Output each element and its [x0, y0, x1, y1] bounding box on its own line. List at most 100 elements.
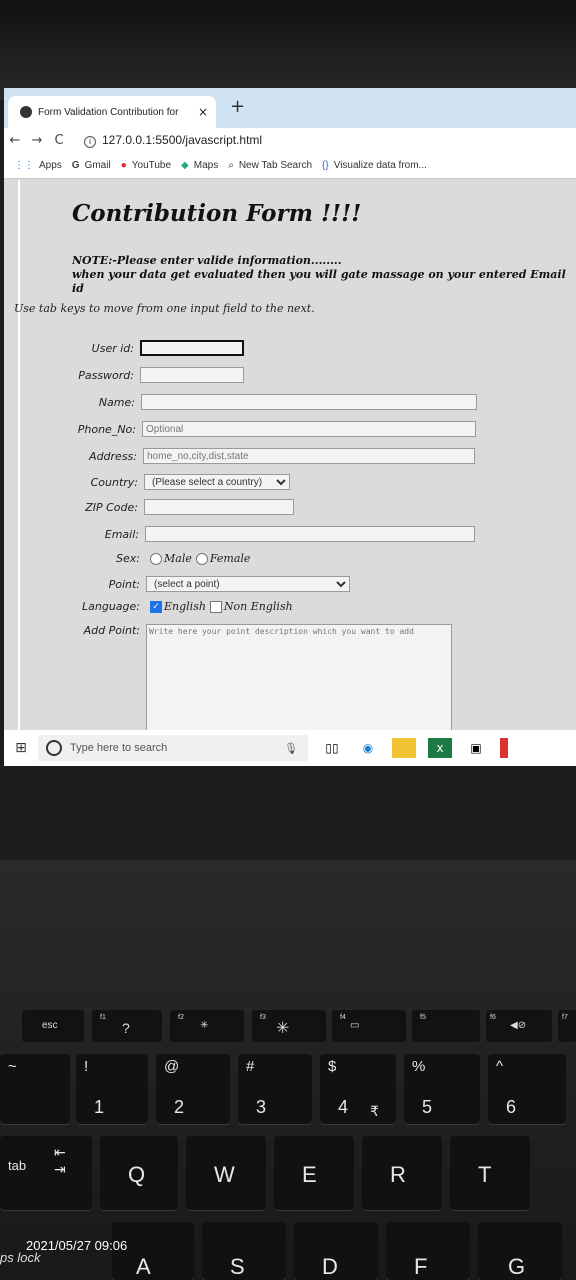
point-select[interactable]: (select a point)	[146, 576, 350, 592]
photo-timestamp: 2021/05/27 09:06	[26, 1238, 128, 1253]
key-f2[interactable]: f2 ✳	[170, 1010, 244, 1042]
browser-toolbar: ← → C i 127.0.0.1:5500/javascript.html	[4, 128, 576, 152]
row-name: Name:	[15, 394, 477, 410]
browser-tab[interactable]: Form Validation Contribution for ×	[8, 96, 216, 128]
bookmark-gmail[interactable]: G Gmail	[72, 160, 111, 171]
youtube-icon: ●	[120, 159, 127, 171]
forward-icon[interactable]: →	[26, 133, 48, 148]
store-icon[interactable]: ▣	[464, 738, 488, 758]
key-s[interactable]: S	[202, 1222, 286, 1280]
page-title: Contribution Form !!!!	[72, 200, 362, 227]
key-e[interactable]: E	[274, 1136, 354, 1210]
back-icon[interactable]: ←	[4, 133, 26, 148]
name-input[interactable]	[141, 394, 477, 410]
non-english-checkbox[interactable]	[209, 600, 222, 613]
key-t[interactable]: T	[450, 1136, 530, 1210]
row-phone: Phone_No:	[16, 421, 476, 437]
tab-title: Form Validation Contribution for	[38, 106, 179, 118]
row-point: Point: (select a point)	[20, 576, 350, 592]
row-address: Address:	[17, 448, 475, 464]
laptop-bezel	[0, 0, 576, 100]
close-tab-icon[interactable]: ×	[198, 105, 216, 119]
label-user-id: User id:	[91, 341, 134, 355]
key-3[interactable]: #3	[238, 1054, 312, 1124]
task-view-icon[interactable]: ▯▯	[320, 738, 344, 758]
cortana-icon	[46, 740, 62, 756]
key-g[interactable]: G	[478, 1222, 562, 1280]
bookmark-maps[interactable]: ◆ Maps	[181, 160, 218, 171]
file-explorer-icon[interactable]	[392, 738, 416, 758]
key-2[interactable]: @2	[156, 1054, 230, 1124]
note-line-1: NOTE:-Please enter valide information...…	[72, 254, 342, 267]
key-esc[interactable]: esc	[22, 1010, 84, 1042]
label-name: Name:	[98, 395, 135, 409]
key-f[interactable]: F	[386, 1222, 470, 1280]
apps-grid-icon: ⋮⋮	[14, 159, 34, 171]
excel-icon[interactable]: x	[428, 738, 452, 758]
english-checkbox[interactable]: ✓	[150, 600, 162, 613]
key-f1[interactable]: f1?	[92, 1010, 162, 1042]
taskbar-search-text: Type here to search	[70, 742, 168, 754]
key-backtick[interactable]: ~	[0, 1054, 70, 1124]
brightness-down-icon: ✳	[200, 1020, 209, 1031]
bookmark-visualize[interactable]: {} Visualize data from...	[322, 160, 427, 171]
bookmark-apps[interactable]: ⋮⋮ Apps	[14, 160, 62, 171]
male-label: Male	[164, 552, 192, 565]
laptop-screen: Form Validation Contribution for × + ← →…	[4, 88, 576, 766]
user-id-input[interactable]	[140, 340, 244, 356]
key-f6[interactable]: f6 ◀⊘	[486, 1010, 552, 1042]
code-braces-icon: {}	[322, 159, 329, 171]
row-country: Country: (Please select a country)	[18, 474, 290, 490]
label-language: Language:	[82, 600, 140, 613]
key-f7[interactable]: f7	[558, 1010, 576, 1042]
note-text: NOTE:-Please enter valide information...…	[72, 254, 576, 296]
label-email: Email:	[104, 527, 139, 541]
label-zip: ZIP Code:	[85, 500, 138, 514]
key-w[interactable]: W	[186, 1136, 266, 1210]
country-select[interactable]: (Please select a country)	[144, 474, 290, 490]
key-4[interactable]: $4 ₹	[320, 1054, 396, 1124]
new-tab-button[interactable]: +	[230, 96, 245, 117]
bookmark-new-tab-search[interactable]: ⌕ New Tab Search	[228, 160, 312, 171]
key-5[interactable]: % 5	[404, 1054, 480, 1124]
row-add-point: Add Point:	[20, 624, 452, 740]
app-icon[interactable]	[500, 738, 508, 758]
mute-icon: ◀⊘	[510, 1020, 527, 1031]
key-r[interactable]: R	[362, 1136, 442, 1210]
password-input[interactable]	[140, 367, 244, 383]
phone-input[interactable]	[142, 421, 476, 437]
row-password: Password:	[14, 367, 244, 383]
zip-input[interactable]	[144, 499, 294, 515]
non-english-label: Non English	[223, 600, 293, 613]
windows-start-icon[interactable]: ⊞	[4, 740, 38, 756]
edge-icon[interactable]: ◉	[356, 738, 380, 758]
address-bar[interactable]: i 127.0.0.1:5500/javascript.html	[84, 133, 262, 148]
female-label: Female	[209, 552, 251, 565]
row-language: Language: ✓ English Non English	[20, 600, 293, 613]
key-f3[interactable]: f3 ✳	[252, 1010, 326, 1042]
windows-taskbar: ⊞ Type here to search 🎙 ▯▯ ◉ x ▣	[4, 730, 576, 766]
female-radio[interactable]	[195, 552, 208, 565]
label-password: Password:	[78, 368, 134, 382]
key-tab[interactable]: tab ⇤ ⇥	[0, 1136, 92, 1210]
maps-icon: ◆	[181, 159, 189, 171]
row-zip: ZIP Code:	[18, 499, 294, 515]
info-icon: i	[84, 135, 96, 148]
add-point-textarea[interactable]	[146, 624, 452, 740]
brightness-up-icon: ✳	[276, 1020, 290, 1037]
microphone-icon[interactable]: 🎙	[284, 742, 298, 755]
reload-icon[interactable]: C	[48, 133, 70, 148]
key-f4[interactable]: f4 ▭	[332, 1010, 406, 1042]
key-d[interactable]: D	[294, 1222, 378, 1280]
key-q[interactable]: Q	[100, 1136, 178, 1210]
key-1[interactable]: ! 1	[76, 1054, 148, 1124]
taskbar-search[interactable]: Type here to search 🎙	[38, 735, 308, 761]
male-radio[interactable]	[150, 552, 162, 565]
key-f5[interactable]: f5	[412, 1010, 480, 1042]
key-6[interactable]: ^ 6	[488, 1054, 566, 1124]
bookmark-youtube[interactable]: ● YouTube	[121, 160, 171, 171]
email-input[interactable]	[145, 526, 475, 542]
address-input[interactable]	[143, 448, 475, 464]
tab-strip: Form Validation Contribution for × +	[4, 88, 576, 128]
label-phone: Phone_No:	[77, 422, 136, 436]
